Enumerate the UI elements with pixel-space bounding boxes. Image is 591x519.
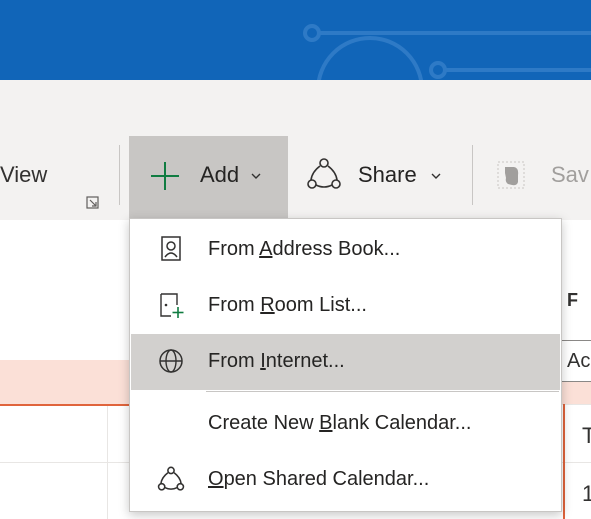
globe-icon — [159, 349, 183, 373]
share-button-label: Share — [358, 162, 417, 187]
add-button-label: Add — [200, 162, 240, 187]
title-bar — [0, 0, 591, 80]
calendar-cell: 1 — [582, 481, 591, 506]
label-suffix: ddress Book... — [272, 238, 401, 260]
label-prefix: Create New — [208, 412, 320, 434]
title-bar-decoration — [303, 24, 591, 80]
ribbon-separator — [119, 145, 120, 205]
access-key: R — [260, 294, 275, 316]
room-list-icon — [160, 293, 184, 318]
menu-item-label: From Room List... — [208, 294, 367, 317]
calendar-column-letter: F — [567, 290, 578, 310]
menu-item-open-shared-calendar[interactable]: Open Shared Calendar... — [131, 452, 560, 508]
share-calendar-button[interactable]: Share — [298, 150, 468, 210]
plus-icon — [151, 162, 179, 190]
menu-item-label: Create New Blank Calendar... — [208, 412, 471, 435]
label-suffix: pen Shared Calendar... — [223, 468, 430, 490]
chevron-down-icon — [431, 173, 441, 179]
label-prefix: From — [208, 350, 261, 372]
menu-item-from-internet[interactable]: From Internet... — [131, 334, 560, 390]
dialog-launcher-icon[interactable] — [86, 196, 100, 215]
menu-item-label: From Address Book... — [208, 238, 400, 261]
label-suffix: oom List... — [274, 294, 367, 316]
menu-item-label: From Internet... — [208, 350, 345, 373]
calendar-accent-line — [563, 404, 565, 519]
menu-separator — [206, 391, 559, 392]
save-to-evernote-button[interactable]: Sav — [490, 150, 591, 210]
access-key: B — [319, 412, 333, 434]
access-key: O — [208, 468, 224, 490]
label-suffix: lank Calendar... — [332, 412, 472, 434]
label-prefix: From — [208, 238, 260, 260]
tooltip-text: Ac — [567, 350, 591, 372]
label-suffix: nternet... — [265, 350, 345, 372]
calendar-gridline — [107, 404, 108, 519]
add-calendar-menu: From Address Book... From Room List... F… — [129, 218, 562, 512]
menu-item-create-new-blank-calendar[interactable]: Create New Blank Calendar... — [131, 396, 560, 452]
share-icon — [307, 158, 341, 189]
save-button-label: Sav — [551, 162, 589, 187]
address-book-icon — [161, 236, 181, 261]
view-group-label: View — [0, 162, 48, 187]
menu-item-from-room-list[interactable]: From Room List... — [131, 278, 560, 334]
menu-item-from-address-book[interactable]: From Address Book... — [131, 222, 560, 278]
menu-item-label: Open Shared Calendar... — [208, 468, 429, 491]
label-prefix: From — [208, 294, 261, 316]
calendar-accent-line — [0, 404, 130, 406]
access-key: A — [259, 238, 273, 260]
share-calendar-icon — [157, 466, 185, 491]
tooltip: Ac — [560, 340, 591, 382]
calendar-cell: T — [582, 423, 591, 448]
chevron-down-icon — [251, 173, 261, 179]
add-calendar-button[interactable]: Add — [129, 136, 288, 218]
evernote-icon — [497, 161, 525, 189]
ribbon-separator — [472, 145, 473, 205]
